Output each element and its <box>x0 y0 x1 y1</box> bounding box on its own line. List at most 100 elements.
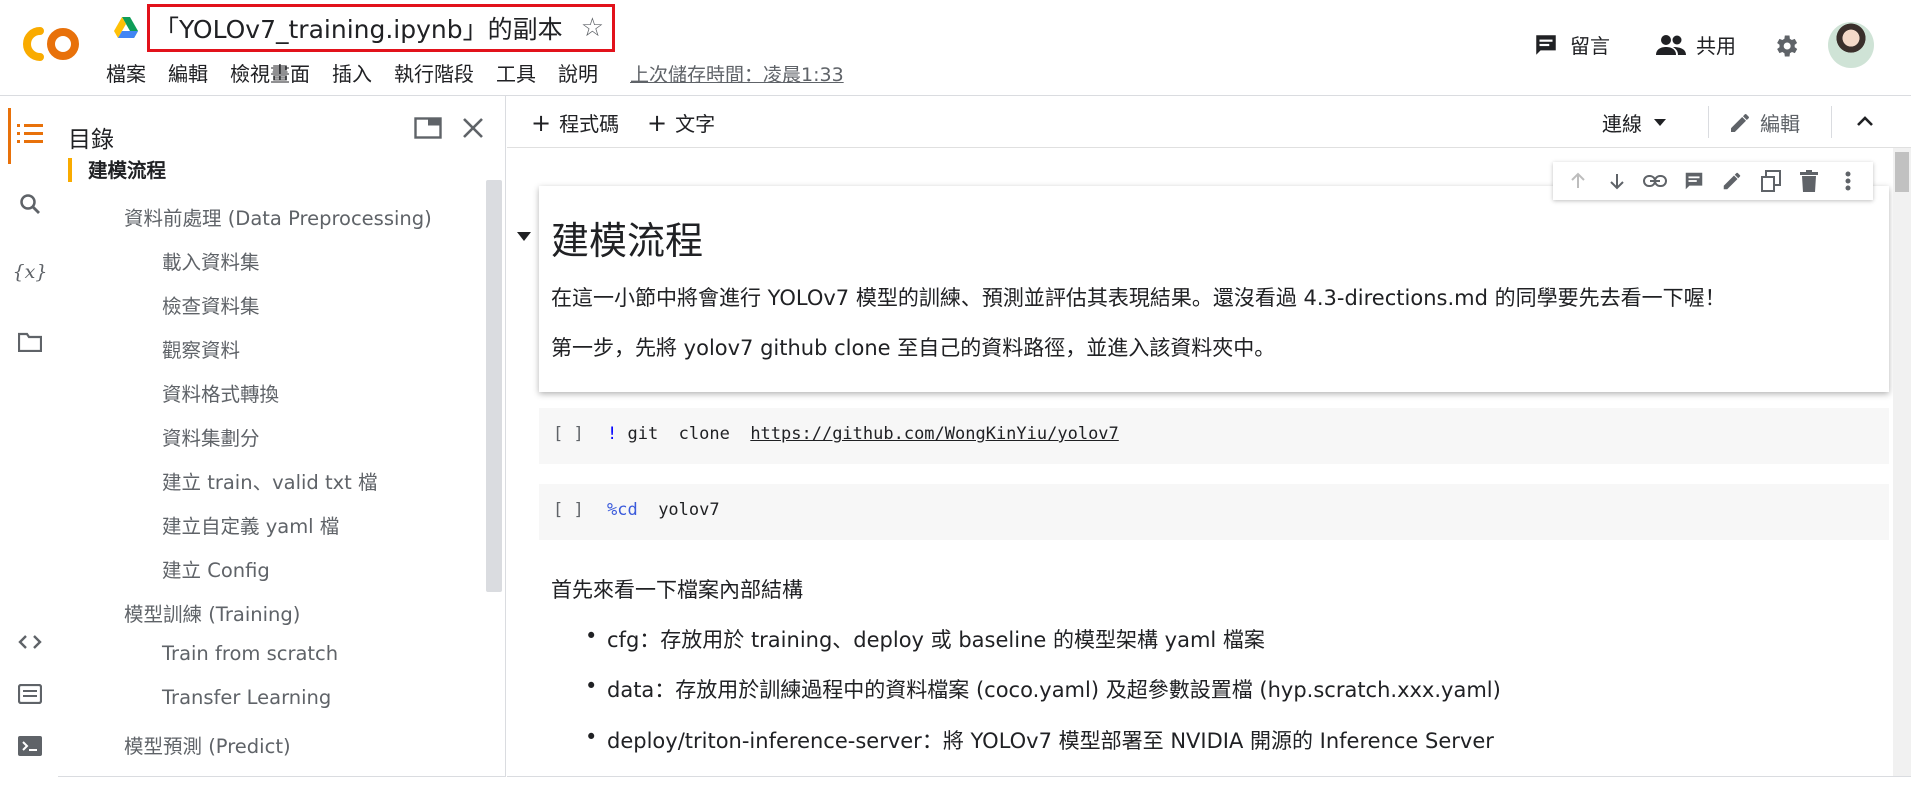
code-line: ! git clone https://github.com/WongKinYi… <box>607 424 1119 444</box>
toc-item[interactable]: 模型訓練 (Training) <box>124 598 300 627</box>
menu-tools[interactable]: 工具 <box>496 58 536 87</box>
list-item: deploy/triton-inference-server：將 YOLOv7 … <box>585 725 1494 755</box>
rail-active-indicator <box>8 108 11 164</box>
connect-label: 連線 <box>1602 112 1642 136</box>
toc-current-indicator <box>68 158 72 182</box>
variables-icon[interactable]: {x} <box>12 254 48 290</box>
last-saved-link[interactable]: 上次儲存時間：凌晨1:33 <box>630 60 844 87</box>
more-vert-icon[interactable] <box>1836 169 1860 193</box>
toc-item[interactable]: 資料格式轉換 <box>162 378 279 407</box>
share-label: 共用 <box>1696 34 1736 58</box>
add-code-button[interactable]: + 程式碼 <box>531 108 619 137</box>
menu-view[interactable]: 檢視畫面 <box>230 58 310 87</box>
arrow-up-icon[interactable] <box>1566 169 1590 193</box>
notebook-title-highlight: 「YOLOv7_training.ipynb」的副本 ☆ <box>147 4 615 52</box>
divider <box>507 776 1911 777</box>
menu-help[interactable]: 說明 <box>558 58 598 87</box>
divider <box>1831 106 1832 138</box>
toc-icon[interactable] <box>12 116 48 152</box>
pencil-icon <box>1731 113 1749 132</box>
menu-insert[interactable]: 插入 <box>332 58 372 87</box>
divider <box>1708 106 1709 138</box>
trash-icon[interactable] <box>1797 169 1821 193</box>
code-bang: ! <box>607 424 618 444</box>
code-magic: %cd <box>607 500 638 520</box>
search-icon[interactable] <box>12 186 48 222</box>
toc-panel: 目錄 建模流程 資料前處理 (Data Preprocessing) 載入資料集… <box>58 96 506 776</box>
comment-icon[interactable] <box>1682 169 1706 193</box>
section-heading: 建模流程 <box>551 219 704 263</box>
add-text-button[interactable]: + 文字 <box>647 108 715 137</box>
app-header: 「YOLOv7_training.ipynb」的副本 ☆ 檔案 編輯 檢視畫面 … <box>0 0 1911 96</box>
comments-label: 留言 <box>1570 34 1610 58</box>
arrow-down-icon[interactable] <box>1605 169 1629 193</box>
add-text-label: 文字 <box>675 112 716 136</box>
people-icon <box>1656 34 1686 55</box>
toc-item[interactable]: Train from scratch <box>162 642 338 665</box>
toc-item[interactable]: Transfer Learning <box>162 686 331 709</box>
code-cell[interactable]: [ ] %cd yolov7 <box>539 484 1889 540</box>
toc-title: 目錄 <box>68 127 114 153</box>
drive-icon[interactable] <box>114 17 138 39</box>
close-icon[interactable] <box>462 117 484 139</box>
run-cell-button[interactable]: [ ] <box>553 424 584 444</box>
toc-item[interactable]: 建模流程 <box>88 158 166 183</box>
collapse-section-icon[interactable] <box>517 232 531 241</box>
colab-logo[interactable] <box>20 22 86 66</box>
toc-item[interactable]: 資料集劃分 <box>162 422 260 451</box>
code-link[interactable]: https://github.com/WongKinYiu/yolov7 <box>750 424 1118 444</box>
left-icon-rail: {x} <box>0 96 58 788</box>
connect-button[interactable]: 連線 <box>1602 108 1666 137</box>
menu-bar: 檔案 編輯 檢視畫面 插入 執行階段 工具 說明 <box>106 58 620 87</box>
mirror-cell-icon[interactable] <box>1759 169 1783 193</box>
list-item: cfg：存放用於 training、deploy 或 baseline 的模型架… <box>585 624 1265 654</box>
toc-item[interactable]: 資料前處理 (Data Preprocessing) <box>124 202 432 231</box>
list-item: data：存放用於訓練過程中的資料檔案 (coco.yaml) 及超參數設置檔 … <box>585 674 1501 704</box>
toc-item[interactable]: 觀察資料 <box>162 334 240 363</box>
folder-icon[interactable] <box>12 324 48 360</box>
comments-button[interactable]: 留言 <box>1532 30 1610 59</box>
add-code-label: 程式碼 <box>559 112 620 136</box>
code-line: %cd yolov7 <box>607 500 720 520</box>
open-in-tab-icon[interactable] <box>414 116 442 140</box>
toc-item[interactable]: 載入資料集 <box>162 246 260 275</box>
share-button[interactable]: 共用 <box>1656 30 1736 59</box>
toc-item[interactable]: 建立自定義 yaml 檔 <box>162 510 339 539</box>
code-arg: yolov7 <box>637 500 720 520</box>
plus-icon: + <box>531 108 552 137</box>
edit-mode-button[interactable]: 編輯 <box>1728 108 1800 137</box>
notebook-scrollbar[interactable] <box>1893 148 1911 776</box>
divider <box>58 776 506 777</box>
paragraph: 首先來看一下檔案內部結構 <box>551 578 803 602</box>
menu-edit[interactable]: 編輯 <box>168 58 208 87</box>
notebook-toolbar: + 程式碼 + 文字 連線 編輯 <box>507 96 1911 148</box>
plus-icon: + <box>647 108 668 137</box>
avatar[interactable] <box>1828 22 1874 68</box>
scroll-thumb[interactable] <box>1895 152 1909 192</box>
pencil-icon[interactable] <box>1720 169 1744 193</box>
edit-label: 編輯 <box>1760 112 1800 136</box>
code-cell[interactable]: [ ] ! git clone https://github.com/WongK… <box>539 408 1889 464</box>
star-icon[interactable]: ☆ <box>581 15 604 41</box>
menu-file[interactable]: 檔案 <box>106 58 146 87</box>
run-cell-button[interactable]: [ ] <box>553 500 584 520</box>
code-snippets-icon[interactable] <box>12 624 48 660</box>
gear-icon[interactable] <box>1772 32 1800 60</box>
markdown-cell[interactable]: 建模流程 在這一小節中將會進行 YOLOv7 模型的訓練、預測並評估其表現結果。… <box>539 186 1889 392</box>
toc-item[interactable]: 模型預測 (Predict) <box>124 730 291 759</box>
notebook-title[interactable]: 「YOLOv7_training.ipynb」的副本 <box>154 10 563 46</box>
cell-toolbar <box>1553 162 1873 200</box>
toc-item[interactable]: 檢查資料集 <box>162 290 260 319</box>
chevron-up-icon[interactable] <box>1854 110 1876 132</box>
link-icon[interactable] <box>1643 169 1668 193</box>
paragraph: 第一步，先將 yolov7 github clone 至自己的資料路徑，並進入該… <box>551 336 1276 360</box>
notebook-area: + 程式碼 + 文字 連線 編輯 建模流程 在這一小節中將會進行 YOLOv7 … <box>507 96 1911 776</box>
chevron-down-icon <box>1654 119 1666 126</box>
toc-item[interactable]: 建立 Config <box>162 554 270 583</box>
code-command: git clone <box>617 424 751 444</box>
toc-scrollbar[interactable] <box>486 180 502 592</box>
terminal-icon[interactable] <box>12 728 48 764</box>
command-palette-icon[interactable] <box>12 676 48 712</box>
toc-item[interactable]: 建立 train、valid txt 檔 <box>162 466 378 495</box>
menu-runtime[interactable]: 執行階段 <box>394 58 474 87</box>
